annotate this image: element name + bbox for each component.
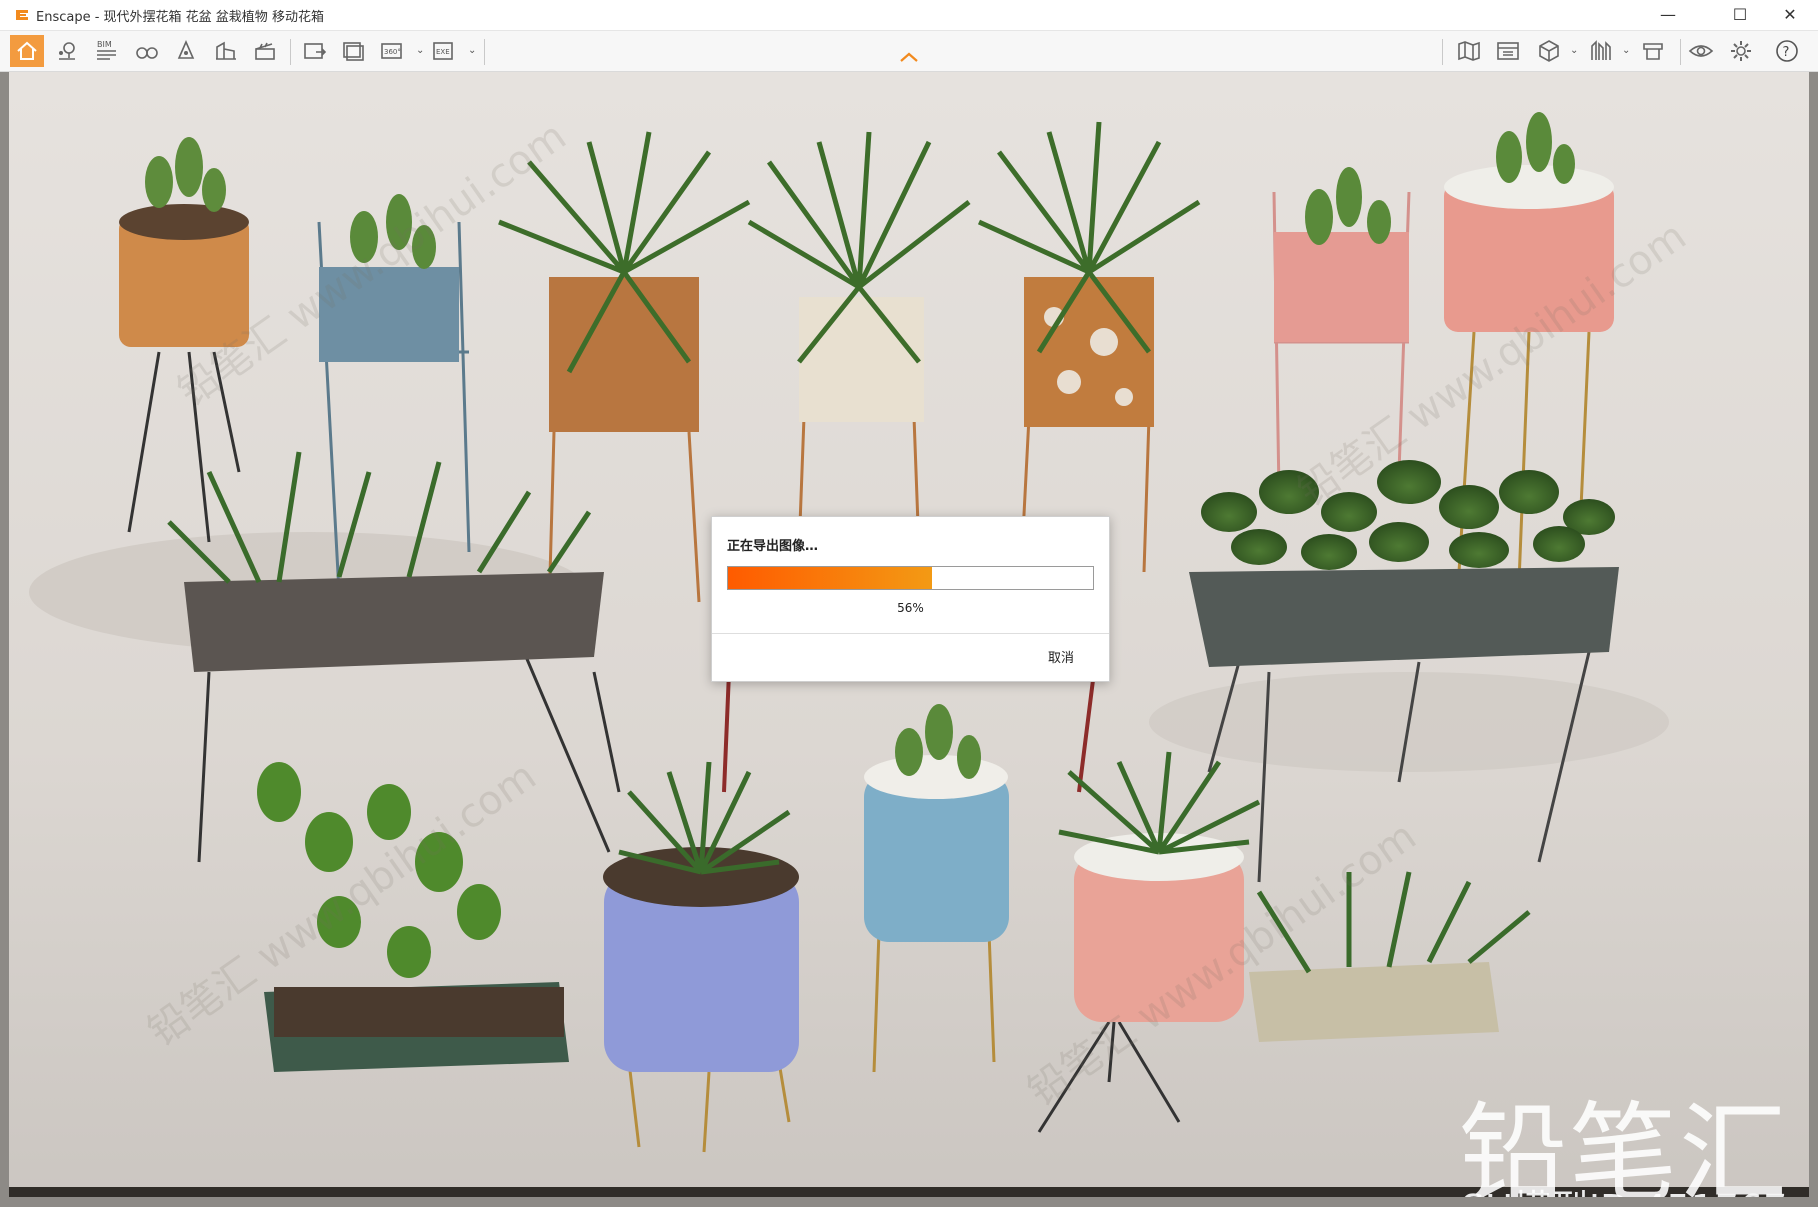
window-title: Enscape - 现代外摆花箱 花盆 盆栽植物 移动花箱 bbox=[36, 10, 324, 25]
asset-dropdown-chevron-icon[interactable]: ⌄ bbox=[1622, 45, 1630, 56]
svg-text:BIM: BIM bbox=[97, 40, 112, 49]
cube-dropdown-chevron-icon[interactable]: ⌄ bbox=[1570, 45, 1578, 56]
panorama-360-icon: 360° bbox=[381, 43, 402, 59]
main-toolbar: BIM 360° ⌄ EXE ⌄ ⌄ ⌄ ? bbox=[0, 31, 1818, 72]
toolbar-separator bbox=[1442, 39, 1443, 65]
progress-percent-label: 56% bbox=[897, 601, 924, 615]
title-bar: Enscape - 现代外摆花箱 花盆 盆栽植物 移动花箱 — ☐ ✕ bbox=[0, 0, 1818, 31]
general-settings-button[interactable] bbox=[1724, 35, 1758, 67]
batch-export-button[interactable] bbox=[337, 35, 371, 67]
progress-bar-fill bbox=[728, 567, 933, 589]
plan-view-icon bbox=[1497, 42, 1519, 60]
video-editor-button[interactable] bbox=[248, 35, 282, 67]
asset-library-icon bbox=[1591, 40, 1611, 60]
visual-settings-button[interactable] bbox=[1684, 35, 1718, 67]
exe-export-button[interactable]: EXE bbox=[428, 35, 462, 67]
batch-export-icon bbox=[343, 42, 364, 61]
clapperboard-icon bbox=[255, 42, 275, 60]
progress-bar bbox=[727, 566, 1094, 590]
toolbar-separator bbox=[1680, 39, 1681, 65]
material-icon bbox=[1643, 43, 1663, 60]
help-icon: ? bbox=[1776, 40, 1798, 62]
enscape-logo-icon bbox=[16, 10, 28, 20]
settings-gear-icon bbox=[1731, 41, 1751, 61]
help-button[interactable]: ? bbox=[1770, 35, 1804, 67]
home-button[interactable] bbox=[10, 35, 44, 67]
toolbar-separator bbox=[290, 39, 291, 65]
exe-dropdown-chevron-icon[interactable]: ⌄ bbox=[468, 45, 476, 56]
minimize-button[interactable]: — bbox=[1646, 0, 1690, 30]
model-id-watermark: SU模型ID:451767 bbox=[1461, 1178, 1787, 1197]
home-icon bbox=[17, 41, 37, 60]
map-icon bbox=[1458, 41, 1480, 61]
flashlight-icon bbox=[177, 40, 195, 59]
light-view-button[interactable] bbox=[169, 35, 203, 67]
toolbar-separator bbox=[484, 39, 485, 65]
bim-button[interactable]: BIM bbox=[90, 35, 124, 67]
exe-export-icon: EXE bbox=[433, 42, 453, 60]
svg-text:EXE: EXE bbox=[436, 48, 450, 56]
material-editor-button[interactable] bbox=[1636, 35, 1670, 67]
map-pin-icon bbox=[59, 42, 75, 60]
walk-mode-button[interactable] bbox=[130, 35, 164, 67]
maximize-button[interactable]: ☐ bbox=[1718, 0, 1762, 30]
cancel-button[interactable]: 取消 bbox=[980, 641, 1080, 671]
svg-text:?: ? bbox=[1783, 45, 1790, 60]
binoculars-icon bbox=[136, 47, 158, 59]
collapse-toolbar-chevron-icon[interactable] bbox=[898, 49, 920, 63]
bim-icon: BIM bbox=[97, 40, 116, 60]
map-button[interactable] bbox=[1452, 35, 1486, 67]
buildings-icon bbox=[216, 41, 236, 60]
eye-icon bbox=[1688, 45, 1714, 57]
export-progress-dialog: 正在导出图像… 56% 取消 bbox=[711, 516, 1110, 682]
sync-views-button[interactable] bbox=[209, 35, 243, 67]
plan-view-button[interactable] bbox=[1491, 35, 1525, 67]
panorama-dropdown-chevron-icon[interactable]: ⌄ bbox=[416, 45, 424, 56]
screenshot-export-button[interactable] bbox=[298, 35, 332, 67]
view-management-button[interactable] bbox=[50, 35, 84, 67]
asset-library-button[interactable] bbox=[1584, 35, 1618, 67]
cube-button[interactable] bbox=[1532, 35, 1566, 67]
screenshot-export-icon bbox=[304, 43, 327, 59]
dialog-divider bbox=[712, 633, 1109, 634]
svg-text:360°: 360° bbox=[384, 48, 401, 56]
dialog-title: 正在导出图像… bbox=[727, 539, 819, 554]
cube-icon bbox=[1539, 40, 1559, 62]
close-button[interactable]: ✕ bbox=[1768, 0, 1812, 30]
panorama-export-button[interactable]: 360° bbox=[376, 35, 410, 67]
